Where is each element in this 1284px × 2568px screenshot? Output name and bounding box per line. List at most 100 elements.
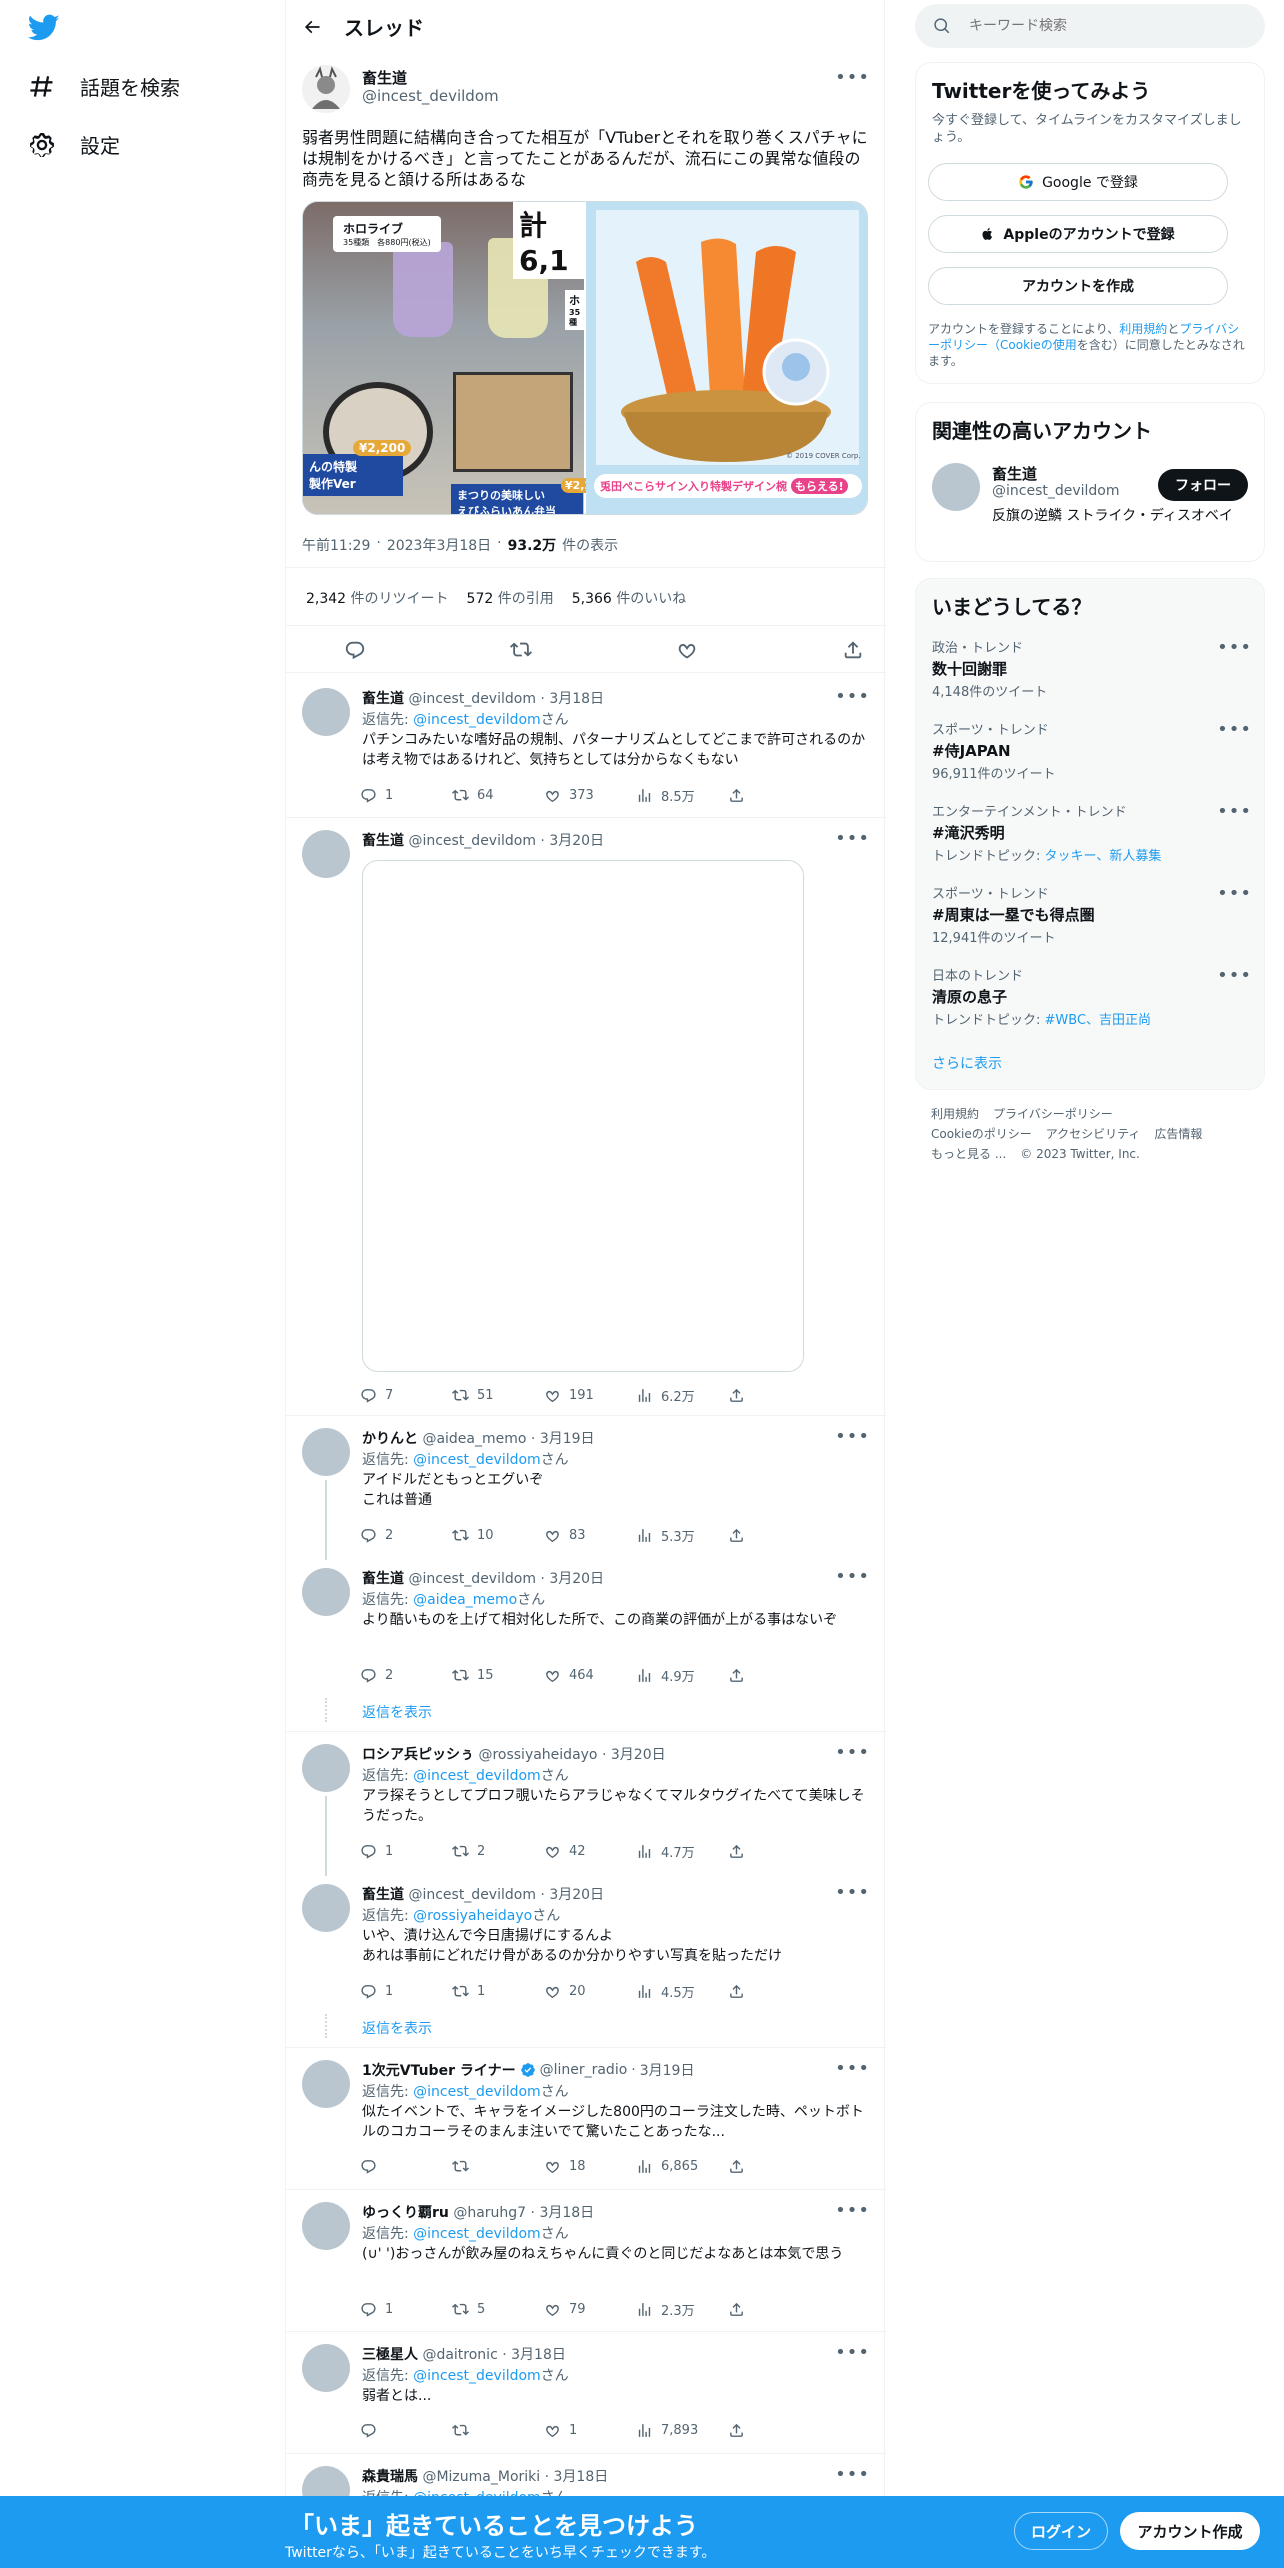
- reply-button[interactable]: 1: [360, 2300, 452, 2319]
- more-icon[interactable]: •••: [835, 1426, 870, 1447]
- reply-tweet[interactable]: かりんと @aidea_memo · 3月19日 ••• 返信先: @inces…: [286, 1416, 886, 1560]
- share-button[interactable]: [728, 1386, 820, 1405]
- avatar[interactable]: [302, 1884, 350, 1932]
- views-button[interactable]: 5.3万: [636, 1526, 728, 1545]
- share-button[interactable]: [728, 1666, 820, 1685]
- reply-button[interactable]: [360, 2422, 452, 2439]
- retweet-stat[interactable]: 2,342 件のリツイート: [306, 588, 449, 608]
- avatar[interactable]: [302, 830, 350, 878]
- footer-ads[interactable]: 広告情報: [1154, 1124, 1202, 1144]
- login-button[interactable]: ログイン: [1014, 2512, 1108, 2550]
- author-handle[interactable]: @aidea_memo: [422, 1431, 526, 1447]
- trend-item[interactable]: スポーツ・トレンド #周東は一塁でも得点圏 12,941件のツイート •••: [932, 883, 1252, 946]
- avatar[interactable]: [302, 688, 350, 736]
- footer-cookie[interactable]: Cookieのポリシー: [931, 1124, 1032, 1144]
- share-button[interactable]: [728, 1842, 820, 1861]
- search-input[interactable]: [969, 18, 1229, 34]
- retweet-button[interactable]: 15: [452, 1666, 544, 1685]
- reply-to-link[interactable]: @incest_devildom: [413, 712, 541, 728]
- reply-tweet[interactable]: ゆっくり覇ru @haruhg7 · 3月18日 ••• 返信先: @inces…: [286, 2190, 886, 2332]
- reply-tweet[interactable]: 畜生道 @incest_devildom · 3月20日 ••• 返信先: @a…: [286, 1556, 886, 1732]
- views-button[interactable]: 6.2万: [636, 1386, 728, 1405]
- tweet-date[interactable]: 3月18日: [549, 691, 604, 707]
- footer-more[interactable]: もっと見る ...: [931, 1144, 1006, 1164]
- like-button[interactable]: 42: [544, 1842, 636, 1861]
- retweet-button[interactable]: 64: [452, 786, 544, 805]
- retweet-button[interactable]: 2: [452, 1842, 544, 1861]
- avatar[interactable]: [302, 2344, 350, 2392]
- author-name[interactable]: 畜生道: [362, 67, 407, 88]
- like-stat[interactable]: 5,366 件のいいね: [572, 588, 687, 608]
- like-button[interactable]: 83: [544, 1526, 636, 1545]
- author-handle[interactable]: @liner_radio: [540, 2062, 628, 2078]
- back-arrow-icon[interactable]: [302, 17, 322, 37]
- reply-tweet[interactable]: 畜生道 @incest_devildom · 3月20日 ••• 返信先: @r…: [286, 1872, 886, 2048]
- reply-tweet[interactable]: 三極星人 @daitronic · 3月18日 ••• 返信先: @incest…: [286, 2332, 886, 2454]
- like-button[interactable]: 79: [544, 2300, 636, 2319]
- reply-tweet[interactable]: 畜生道 @incest_devildom · 3月18日 ••• 返信先: @i…: [286, 676, 886, 818]
- reply-tweet[interactable]: 1次元VTuber ライナー @liner_radio · 3月19日 ••• …: [286, 2048, 886, 2190]
- author-name[interactable]: かりんと: [362, 1431, 418, 1447]
- tweet-date[interactable]: 3月18日: [539, 2205, 594, 2221]
- trend-item[interactable]: エンターテインメント・トレンド #滝沢秀明 トレンドトピック: タッキー、新人募…: [932, 801, 1252, 864]
- reply-to-link[interactable]: @rossiyaheidayo: [413, 1908, 532, 1924]
- trend-topic-links[interactable]: #WBC、吉田正尚: [1045, 1013, 1152, 1028]
- show-replies-link[interactable]: 返信を表示: [362, 1702, 432, 1722]
- like-button[interactable]: 464: [544, 1666, 636, 1685]
- tweet-date[interactable]: 3月19日: [540, 1431, 595, 1447]
- media-left[interactable]: ホロライブ 35種類 各880円(税込) 計6,1 ホ 35種 んの特製 製作V…: [303, 202, 612, 514]
- more-icon[interactable]: •••: [835, 2200, 870, 2221]
- like-button[interactable]: 373: [544, 786, 636, 805]
- reply-to-link[interactable]: @aidea_memo: [413, 1592, 517, 1608]
- share-button[interactable]: [728, 2300, 820, 2319]
- like-button[interactable]: 18: [544, 2158, 636, 2175]
- show-more-link[interactable]: さらに表示: [932, 1053, 1002, 1073]
- footer-accessibility[interactable]: アクセシビリティ: [1046, 1124, 1141, 1144]
- more-icon[interactable]: •••: [1217, 719, 1252, 740]
- reply-to-link[interactable]: @incest_devildom: [413, 2084, 541, 2100]
- more-icon[interactable]: •••: [1217, 965, 1252, 986]
- author-name[interactable]: 畜生道: [362, 1887, 404, 1903]
- nav-settings[interactable]: 設定: [28, 130, 120, 159]
- reply-tweet[interactable]: ロシア兵ピッシぅ @rossiyaheidayo · 3月20日 ••• 返信先…: [286, 1732, 886, 1876]
- signup-button[interactable]: アカウント作成: [1120, 2512, 1260, 2550]
- tweet-media[interactable]: ホロライブ 35種類 各880円(税込) 計6,1 ホ 35種 んの特製 製作V…: [302, 201, 868, 515]
- google-signup-button[interactable]: Google で登録: [928, 163, 1228, 201]
- author-handle[interactable]: @incest_devildom: [408, 833, 536, 849]
- reply-button[interactable]: 2: [360, 1666, 452, 1685]
- retweet-button[interactable]: 1: [452, 1982, 544, 2001]
- reply-to-link[interactable]: @incest_devildom: [413, 1452, 541, 1468]
- more-icon[interactable]: •••: [835, 67, 870, 88]
- trend-topic-links[interactable]: タッキー、新人募集: [1045, 849, 1162, 864]
- reply-tweet[interactable]: 畜生道 @incest_devildom · 3月20日 ••• 7 51 19…: [286, 818, 886, 1416]
- tweet-date[interactable]: 3月18日: [511, 2347, 566, 2363]
- share-button[interactable]: [728, 1526, 820, 1545]
- author-name[interactable]: 畜生道: [362, 691, 404, 707]
- media-right[interactable]: 兎田ぺこらサイン入り特製デザイン椀 もらえる! © 2019 COVER Cor…: [586, 202, 867, 514]
- reply-to-link[interactable]: @incest_devildom: [413, 2368, 541, 2384]
- like-button[interactable]: 1: [544, 2422, 636, 2439]
- avatar[interactable]: [302, 1568, 350, 1616]
- more-icon[interactable]: •••: [1217, 637, 1252, 658]
- retweet-icon[interactable]: [510, 639, 532, 661]
- retweet-button[interactable]: 10: [452, 1526, 544, 1545]
- author-name[interactable]: 1次元VTuber ライナー: [362, 2060, 516, 2080]
- more-icon[interactable]: •••: [835, 1742, 870, 1763]
- retweet-button[interactable]: 51: [452, 1386, 544, 1405]
- trend-item[interactable]: スポーツ・トレンド #侍JAPAN 96,911件のツイート •••: [932, 719, 1252, 782]
- author-handle[interactable]: @daitronic: [422, 2347, 497, 2363]
- tweet-date[interactable]: 3月18日: [554, 2469, 609, 2485]
- reply-to-link[interactable]: @incest_devildom: [413, 1768, 541, 1784]
- quote-stat[interactable]: 572 件の引用: [467, 588, 554, 608]
- share-button[interactable]: [728, 2422, 820, 2439]
- views-button[interactable]: 7,893: [636, 2422, 728, 2439]
- reply-button[interactable]: 7: [360, 1386, 452, 1405]
- reply-button[interactable]: 1: [360, 1842, 452, 1861]
- more-icon[interactable]: •••: [835, 1566, 870, 1587]
- tweet-date[interactable]: 3月20日: [611, 1747, 666, 1763]
- avatar[interactable]: [302, 2202, 350, 2250]
- reply-to-link[interactable]: @incest_devildom: [413, 2226, 541, 2242]
- more-icon[interactable]: •••: [835, 2058, 870, 2079]
- twitter-logo-icon[interactable]: [28, 14, 60, 42]
- tweet-date[interactable]: 3月19日: [640, 2060, 695, 2080]
